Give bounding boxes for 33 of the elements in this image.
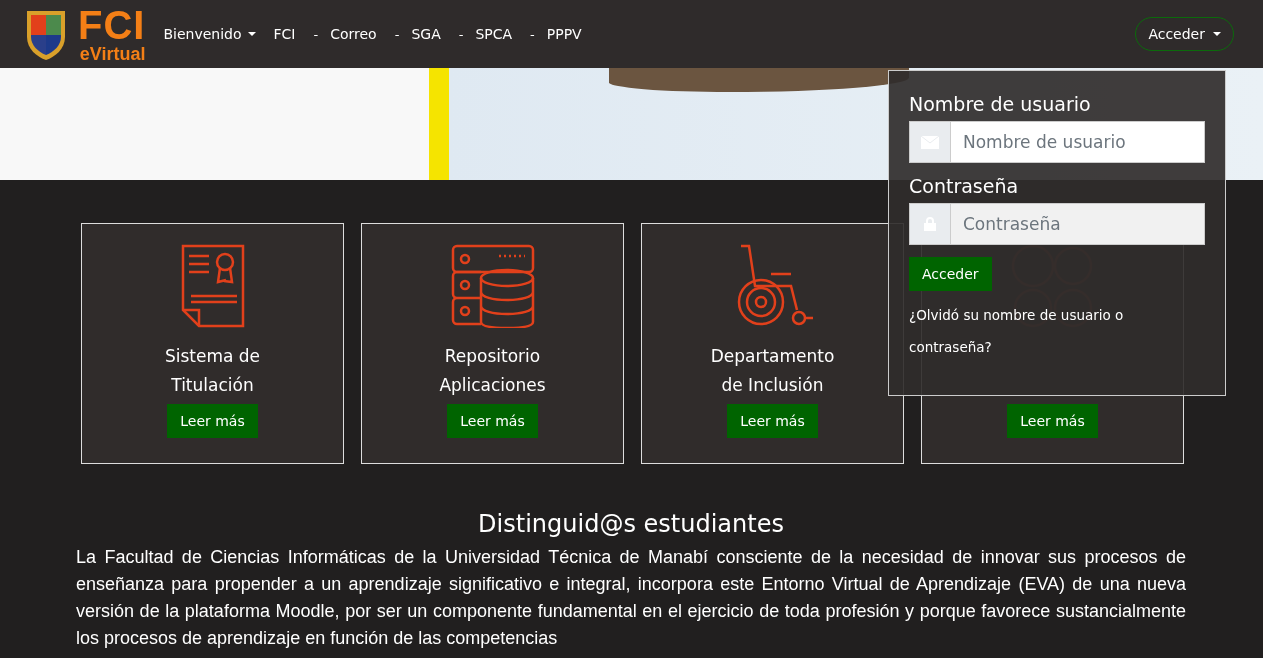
nav-separator: - xyxy=(530,26,535,42)
intro-paragraph: La Facultad de Ciencias Informáticas de la Universidad Técnica de Manabí consciente de la necesidad de innovar sus procesos de enseñanza para propender a un aprendizaje significativo e integral, incorpora este Entorno Virtual de Aprendizaje (EVA) de una nueva versión de la plataforma Moodle, por ser un componente fundamental en el ejercicio de toda profesión y porque favorece sustancialmente los procesos de aprendizaje en función de las competencias xyxy=(76,546,1186,650)
card-title: Repositorio Aplicaciones xyxy=(439,345,546,397)
username-field-frame[interactable]: Nombre de usuario xyxy=(909,121,1205,163)
forgot-password-link[interactable]: ¿Olvidó su nombre de usuario o contraseña? xyxy=(909,299,1205,363)
password-field[interactable]: Contraseña xyxy=(951,204,1204,244)
submit-button[interactable]: Acceder xyxy=(909,257,992,291)
nav-separator: - xyxy=(458,26,464,42)
username-field[interactable]: Nombre de usuario xyxy=(951,122,1204,162)
nav-link[interactable]: SGA xyxy=(411,26,441,42)
card-title: Sistema de Titulación xyxy=(164,345,261,397)
nav-link[interactable]: Bienvenido xyxy=(163,26,256,42)
certificate-icon xyxy=(180,244,245,328)
read-more-button[interactable]: Leer más xyxy=(447,404,538,438)
nav-link[interactable]: Correo xyxy=(330,26,377,42)
password-label: Contraseña xyxy=(909,175,1020,197)
read-more-button[interactable]: Leer más xyxy=(167,404,258,438)
nav-separator: - xyxy=(313,26,319,42)
nav-separator: - xyxy=(394,26,400,42)
caret-icon xyxy=(1213,32,1221,36)
username-label: Nombre de usuario xyxy=(909,93,1092,115)
logo-subtitle: eVirtual xyxy=(79,45,146,63)
card-title: Departamento de Inclusión xyxy=(710,345,835,397)
nav-link[interactable]: SPCA xyxy=(475,26,513,42)
nav-link[interactable]: FCI xyxy=(273,26,296,42)
section-title: Distinguid@s estudiantes xyxy=(478,510,784,538)
nav-link[interactable]: PPPV xyxy=(546,26,582,42)
caret-icon xyxy=(247,32,256,36)
read-more-button[interactable]: Leer más xyxy=(1007,404,1098,438)
password-field-frame[interactable]: Contraseña xyxy=(909,203,1205,245)
read-more-button[interactable]: Leer más xyxy=(727,404,818,438)
database-icon xyxy=(450,244,535,328)
logo-title: FCI xyxy=(78,5,146,45)
